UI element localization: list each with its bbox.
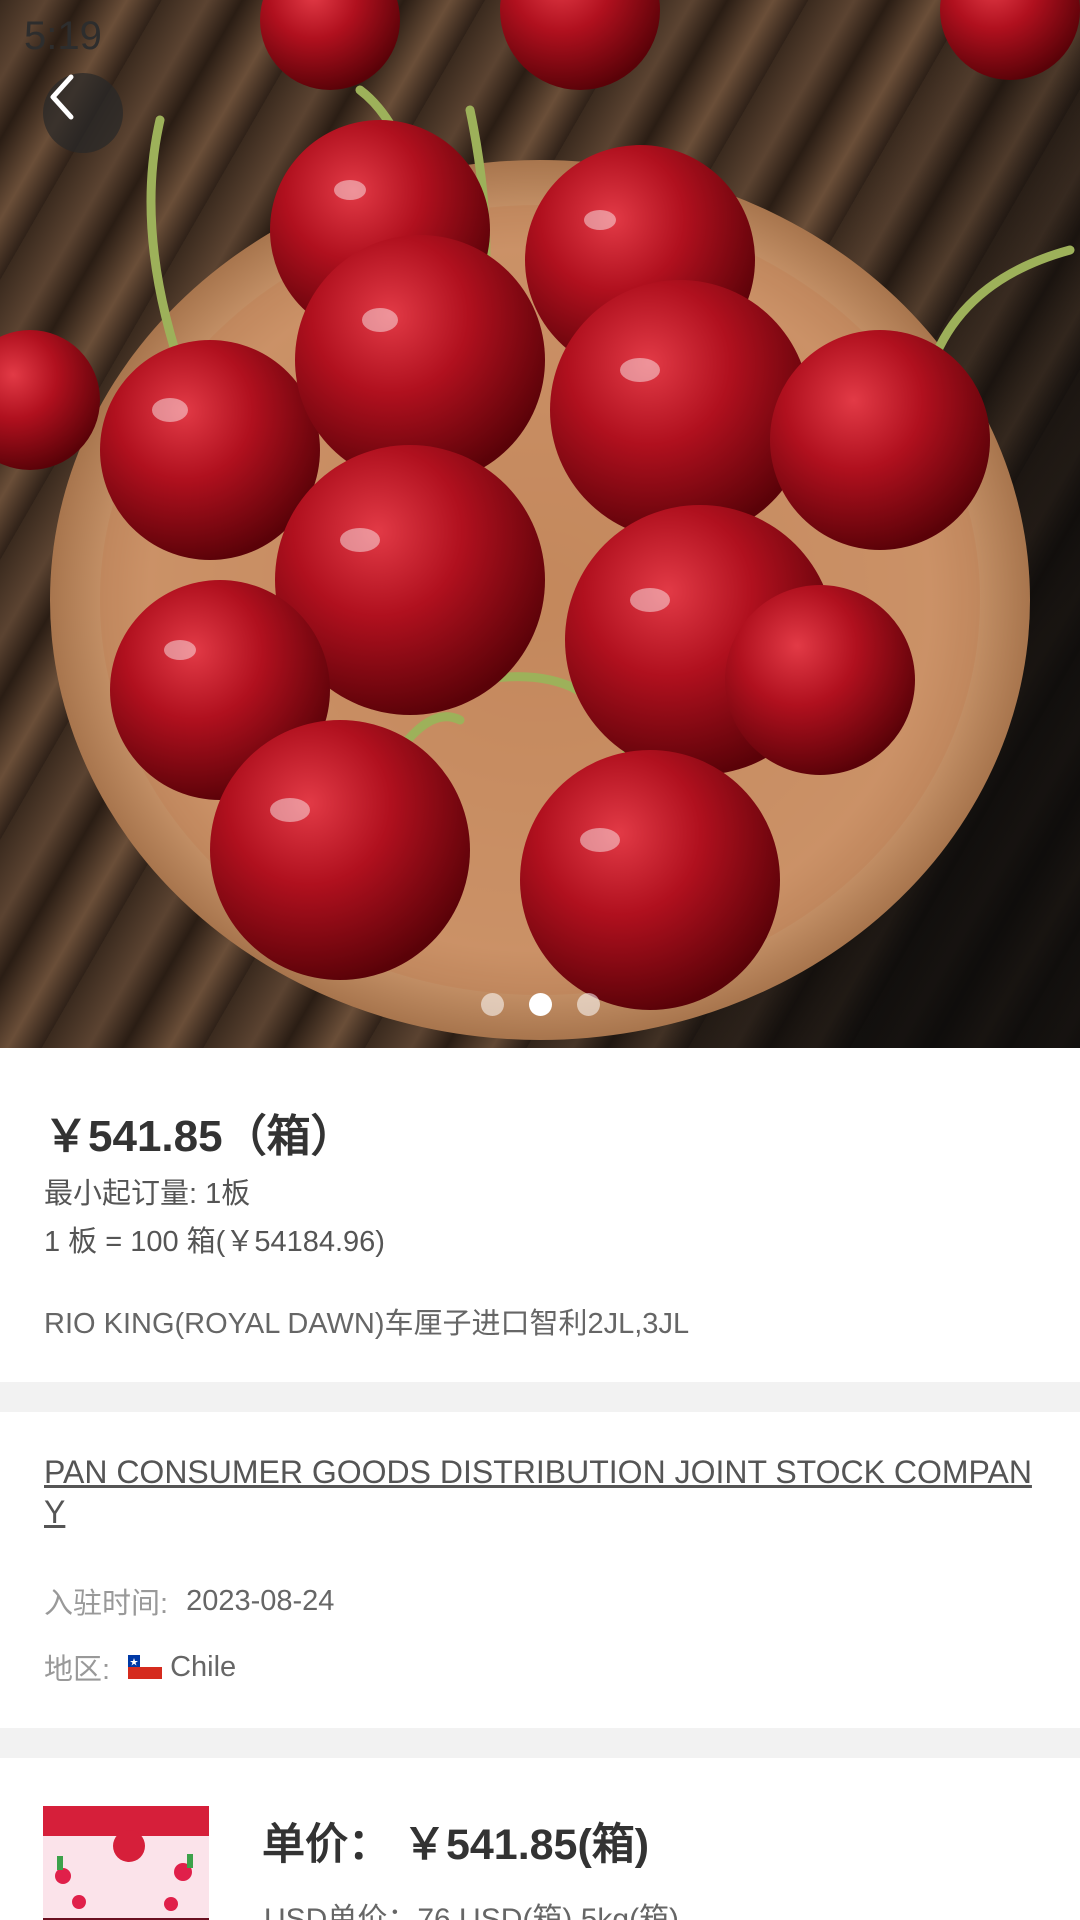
product-description: RIO KING(ROYAL DAWN)车厘子进口智利2JL,3JL <box>44 1308 690 1340</box>
cherry-box-image <box>43 1806 209 1920</box>
seller-card: PAN CONSUMER GOODS DISTRIBUTION JOINT ST… <box>0 1412 1080 1728</box>
min-order-quantity: 最小起订量: 1板 <box>44 1178 251 1210</box>
region-label: 地区: <box>44 1654 111 1686</box>
carousel-indicator <box>0 993 1080 1016</box>
unit-price: 单价： ￥541.85(箱) <box>262 1821 650 1869</box>
carousel-dot-active[interactable] <box>528 993 552 1016</box>
carousel-dot[interactable] <box>480 993 504 1016</box>
product-image-carousel[interactable]: 5:19 <box>0 0 1080 1048</box>
status-bar-time: 5:19 <box>24 14 102 58</box>
pallet-conversion: 1 板 = 100 箱(￥54184.96) <box>44 1226 385 1258</box>
product-price: ￥541.85（箱） <box>44 1112 355 1161</box>
usd-unit-price: USD单价：76 USD(箱) 5kg(箱) <box>264 1903 680 1920</box>
region-row: 地区: Chile <box>44 1646 236 1688</box>
product-thumbnail <box>43 1806 209 1920</box>
region-value-wrap: Chile <box>128 1651 236 1684</box>
carousel-dot[interactable] <box>576 993 600 1016</box>
cherries-photo <box>0 0 1080 1040</box>
price-card: ￥541.85（箱） 最小起订量: 1板 1 板 = 100 箱(￥54184.… <box>0 1048 1080 1382</box>
joined-date-row: 入驻时间: 2023-08-24 <box>44 1580 334 1622</box>
product-detail-screen: 5:19 ￥541.85（箱） 最小起订量: 1板 1 板 = 100 箱(￥5… <box>0 0 1080 1920</box>
back-button[interactable] <box>43 73 123 153</box>
chevron-left-icon <box>50 74 74 120</box>
product-summary-card[interactable]: 单价： ￥541.85(箱) USD单价：76 USD(箱) 5kg(箱) <box>0 1758 1080 1920</box>
region-value: Chile <box>170 1650 237 1683</box>
joined-date-value: 2023-08-24 <box>186 1584 335 1617</box>
joined-date-label: 入驻时间: <box>44 1588 169 1620</box>
seller-company-link[interactable]: PAN CONSUMER GOODS DISTRIBUTION JOINT ST… <box>44 1452 1044 1532</box>
chile-flag-icon <box>128 1655 163 1679</box>
